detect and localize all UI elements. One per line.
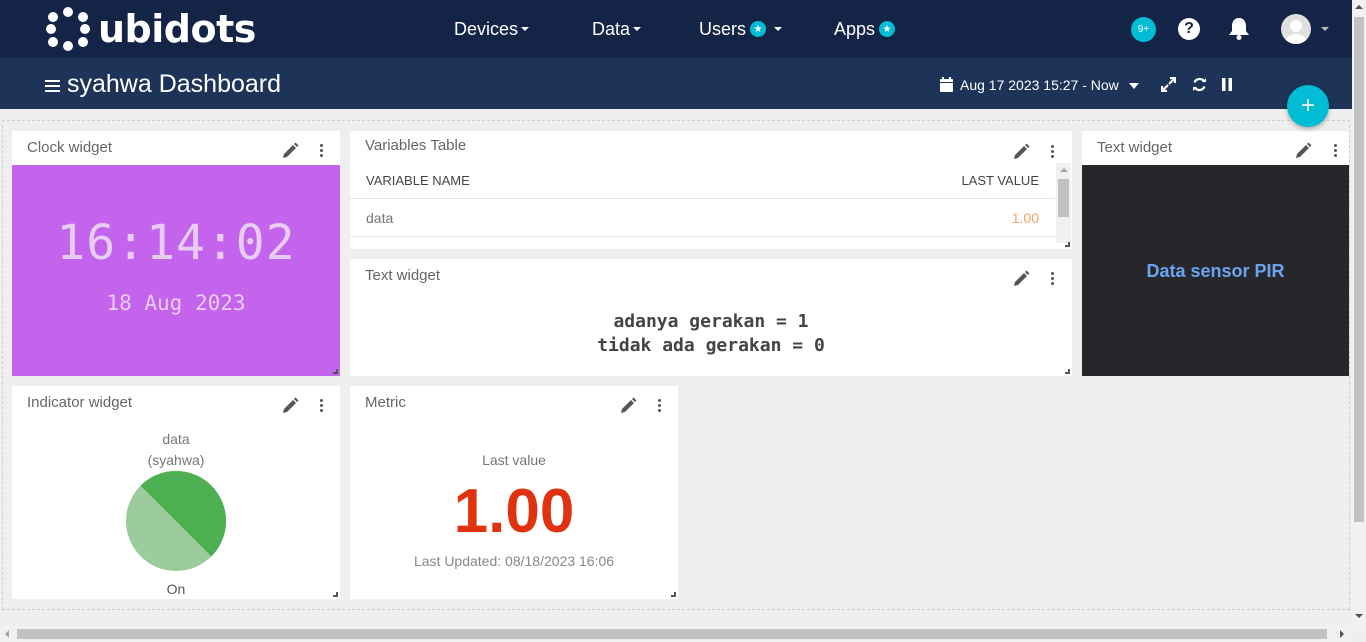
scroll-down-arrow-icon[interactable] [1355, 614, 1363, 618]
vertical-scroll-thumb[interactable] [1354, 17, 1364, 522]
logo-dots-icon [46, 7, 90, 51]
table-header: VARIABLE NAME LAST VALUE [350, 161, 1055, 199]
resize-handle[interactable] [1065, 242, 1070, 247]
chevron-down-icon[interactable] [1321, 27, 1329, 31]
sensor-label: Data sensor PIR [1146, 261, 1285, 281]
widget-title: Clock widget [27, 139, 113, 156]
last-value-cell: 1.00 [1011, 210, 1039, 226]
kebab-menu-icon[interactable] [1334, 144, 1338, 158]
horizontal-scrollbar[interactable] [0, 626, 1352, 642]
bell-icon[interactable] [1228, 16, 1250, 40]
kebab-menu-icon[interactable] [658, 399, 662, 413]
pencil-icon[interactable] [282, 142, 299, 159]
resize-handle[interactable] [333, 592, 338, 597]
widget-title: Text widget [365, 267, 441, 284]
pencil-icon[interactable] [620, 397, 637, 414]
chevron-down-icon [633, 27, 642, 31]
widget-title: Variables Table [365, 137, 467, 154]
scroll-left-arrow-icon[interactable] [5, 630, 9, 638]
add-widget-button[interactable]: + [1287, 85, 1329, 127]
clock-widget: Clock widget 16:14:02 18 Aug 2023 [12, 131, 340, 376]
widget-title: Text widget [1097, 139, 1173, 156]
chevron-down-icon [521, 27, 530, 31]
text-line: tidak ada gerakan = 0 [597, 335, 825, 356]
indicator-state: On [166, 581, 186, 597]
text-widget-sensor: Text widget Data sensor PIR [1082, 131, 1349, 376]
pencil-icon[interactable] [1013, 270, 1030, 287]
variable-name-cell: data [366, 210, 394, 226]
chevron-down-icon[interactable] [1129, 83, 1139, 89]
text-widget-body: Data sensor PIR [1082, 165, 1349, 376]
brand-logo[interactable]: ubidots [46, 7, 256, 51]
column-header-name: VARIABLE NAME [366, 173, 470, 188]
calendar-icon[interactable] [940, 77, 953, 92]
clock-time: 16:14:02 [56, 215, 296, 271]
metric-value: 1.00 [453, 477, 575, 546]
pencil-icon[interactable] [282, 397, 299, 414]
indicator-widget: Indicator widget data (syahwa) On [12, 386, 340, 599]
nav-devices[interactable]: Devices [454, 0, 530, 58]
nav-data-label: Data [592, 18, 631, 39]
scroll-up-arrow-icon[interactable] [1355, 5, 1363, 9]
variables-table-widget: Variables Table VARIABLE NAME LAST VALUE… [350, 131, 1072, 249]
nav-data[interactable]: Data [592, 0, 642, 58]
kebab-menu-icon[interactable] [320, 144, 324, 158]
indicator-variable: data [162, 431, 190, 447]
column-header-value: LAST VALUE [961, 173, 1039, 188]
clock-face: 16:14:02 18 Aug 2023 [12, 165, 340, 376]
resize-handle[interactable] [671, 592, 676, 597]
pause-icon[interactable] [1222, 78, 1232, 91]
metric-widget: Metric Last value 1.00 Last Updated: 08/… [350, 386, 678, 599]
metric-label: Last value [482, 452, 546, 468]
pencil-icon[interactable] [1295, 142, 1312, 159]
widget-title: Indicator widget [27, 394, 133, 411]
brand-name: ubidots [98, 7, 256, 51]
nav-users[interactable]: Users ★ [699, 0, 783, 58]
text-line: adanya gerakan = 1 [613, 311, 809, 332]
help-icon[interactable]: ? [1178, 18, 1200, 40]
scroll-up-arrow-icon[interactable] [1060, 168, 1068, 172]
chevron-down-icon [774, 27, 783, 31]
hamburger-icon[interactable] [45, 80, 60, 92]
dashboard-title[interactable]: syahwa Dashboard [67, 70, 281, 99]
nav-users-label: Users [699, 18, 747, 39]
scroll-right-arrow-icon[interactable] [1340, 630, 1344, 638]
widget-title: Metric [365, 394, 406, 411]
table-scroll-thumb[interactable] [1058, 179, 1069, 217]
star-badge-icon: ★ [750, 21, 767, 37]
star-badge-icon: ★ [879, 21, 896, 37]
indicator-device: (syahwa) [147, 452, 205, 468]
kebab-menu-icon[interactable] [1051, 145, 1055, 159]
nav-apps[interactable]: Apps ★ [834, 0, 896, 58]
user-avatar-icon [1285, 20, 1307, 44]
horizontal-scroll-thumb[interactable] [17, 629, 1327, 639]
pencil-icon[interactable] [1013, 143, 1030, 160]
user-avatar[interactable] [1281, 14, 1311, 44]
kebab-menu-icon[interactable] [320, 399, 324, 413]
resize-handle[interactable] [1065, 369, 1070, 374]
vertical-scrollbar[interactable] [1352, 0, 1366, 626]
kebab-menu-icon[interactable] [1051, 272, 1055, 286]
resize-handle[interactable] [333, 369, 338, 374]
table-scrollbar[interactable] [1056, 163, 1071, 243]
text-widget-instructions: Text widget adanya gerakan = 1 tidak ada… [350, 259, 1072, 376]
nav-devices-label: Devices [454, 18, 519, 39]
date-range-picker[interactable]: Aug 17 2023 15:27 - Now [960, 77, 1119, 93]
expand-icon[interactable] [1161, 77, 1176, 92]
notification-count-badge[interactable]: 9+ [1131, 17, 1156, 42]
metric-last-updated: Last Updated: 08/18/2023 16:06 [413, 553, 615, 569]
nav-apps-label: Apps [834, 18, 876, 39]
refresh-icon[interactable] [1192, 77, 1207, 92]
indicator-light [126, 470, 227, 571]
table-row[interactable]: data 1.00 [350, 199, 1055, 237]
clock-date: 18 Aug 2023 [106, 291, 246, 315]
